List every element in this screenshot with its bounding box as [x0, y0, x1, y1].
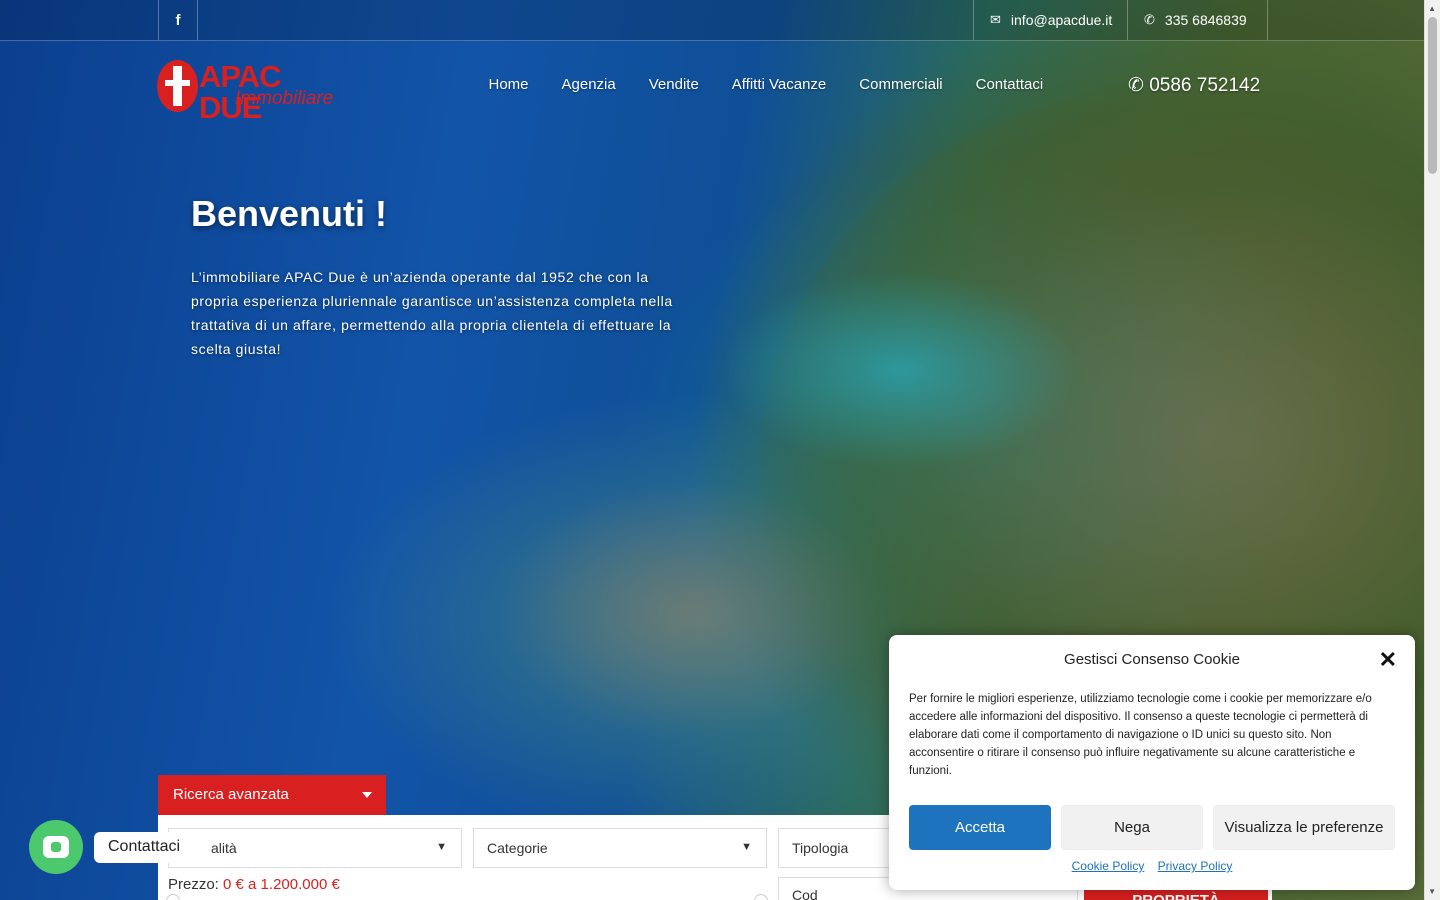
whatsapp-icon: ✆ — [1144, 12, 1155, 27]
close-icon[interactable]: ✕ — [1379, 647, 1397, 673]
logo-sub-text: Immobiliare — [235, 88, 334, 109]
whatsapp-link[interactable]: ✆ 335 6846839 — [1127, 0, 1268, 40]
email-text: info@apacdue.it — [1010, 12, 1113, 28]
hero-title: Benvenuti ! — [191, 193, 388, 234]
cookie-policy-link[interactable]: Cookie Policy — [1072, 859, 1145, 873]
hero-text: L’immobiliare APAC Due è un’azienda oper… — [191, 269, 673, 357]
code-input-placeholder: Cod — [792, 887, 818, 900]
nav-item-contattaci[interactable]: Contattaci — [959, 72, 1060, 100]
chat-button[interactable] — [29, 820, 83, 874]
header-phone[interactable]: ✆ 0586 752142 — [1128, 74, 1260, 97]
main-nav: Home Agenzia Vendite Affitti Vacanze Com… — [472, 72, 1060, 100]
price-filter: Prezzo: 0 € a 1.200.000 € — [168, 876, 340, 893]
logo-mark — [157, 60, 198, 112]
cookie-consent-dialog: Gestisci Consenso Cookie ✕ Per fornire l… — [889, 635, 1415, 890]
scroll-up-arrow-icon[interactable]: ▲ — [1428, 4, 1436, 13]
hero-background-bay — [720, 270, 1080, 470]
type-select-value: Tipologia — [792, 840, 849, 856]
price-range: 0 € a 1.200.000 € — [223, 876, 340, 893]
top-bar: f ✉ info@apacdue.it ✆ 335 6846839 — [0, 0, 1424, 41]
price-label: Prezzo: — [168, 876, 219, 893]
chevron-down-icon: ▼ — [741, 841, 752, 853]
chevron-down-icon: ▼ — [436, 841, 447, 853]
chat-bubble-icon — [43, 836, 69, 858]
privacy-policy-link[interactable]: Privacy Policy — [1158, 859, 1233, 873]
nav-item-affitti-vacanze[interactable]: Affitti Vacanze — [715, 72, 843, 100]
category-select[interactable]: Categorie ▼ — [473, 828, 767, 868]
phone-icon: ✆ — [1128, 75, 1144, 96]
category-select-value: Categorie — [487, 840, 548, 856]
cookie-dialog-text: Per fornire le migliori esperienze, util… — [909, 693, 1372, 777]
scrollbar-thumb[interactable] — [1428, 17, 1437, 174]
scroll-down-arrow-icon[interactable]: ▼ — [1428, 887, 1436, 896]
whatsapp-text: 335 6846839 — [1164, 12, 1247, 28]
view-preferences-button[interactable]: Visualizza le preferenze — [1213, 805, 1395, 850]
price-slider-min-handle[interactable] — [166, 894, 180, 900]
nav-item-agenzia[interactable]: Agenzia — [545, 72, 632, 100]
page: f ✉ info@apacdue.it ✆ 335 6846839 APAC D… — [0, 0, 1440, 900]
deny-button[interactable]: Nega — [1061, 805, 1203, 850]
chat-label[interactable]: Contattaci — [94, 832, 195, 863]
cookie-dialog-title: Gestisci Consenso Cookie — [1064, 651, 1240, 668]
cookie-links: Cookie Policy Privacy Policy — [889, 859, 1415, 873]
advanced-search-label: Ricerca avanzata — [173, 786, 289, 803]
advanced-search-tab[interactable]: Ricerca avanzata — [158, 775, 386, 815]
caret-down-icon — [362, 792, 372, 798]
page-scrollbar[interactable]: ▲ ▼ — [1424, 0, 1440, 900]
accept-button[interactable]: Accetta — [909, 805, 1051, 850]
nav-item-home[interactable]: Home — [472, 72, 545, 100]
nav-item-vendite[interactable]: Vendite — [632, 72, 715, 100]
price-slider-max-handle[interactable] — [754, 894, 768, 900]
facebook-icon[interactable]: f — [158, 0, 198, 40]
hero-background-rocks — [500, 480, 880, 740]
nav-item-commerciali[interactable]: Commerciali — [843, 72, 959, 100]
email-link[interactable]: ✉ info@apacdue.it — [973, 0, 1128, 40]
site-logo[interactable]: APAC DUE Immobiliare — [157, 59, 347, 123]
header-phone-number: 0586 752142 — [1149, 75, 1261, 96]
envelope-icon: ✉ — [990, 12, 1001, 27]
locality-select[interactable]: alità ▼ — [168, 828, 462, 868]
locality-select-value: alità — [211, 840, 237, 856]
